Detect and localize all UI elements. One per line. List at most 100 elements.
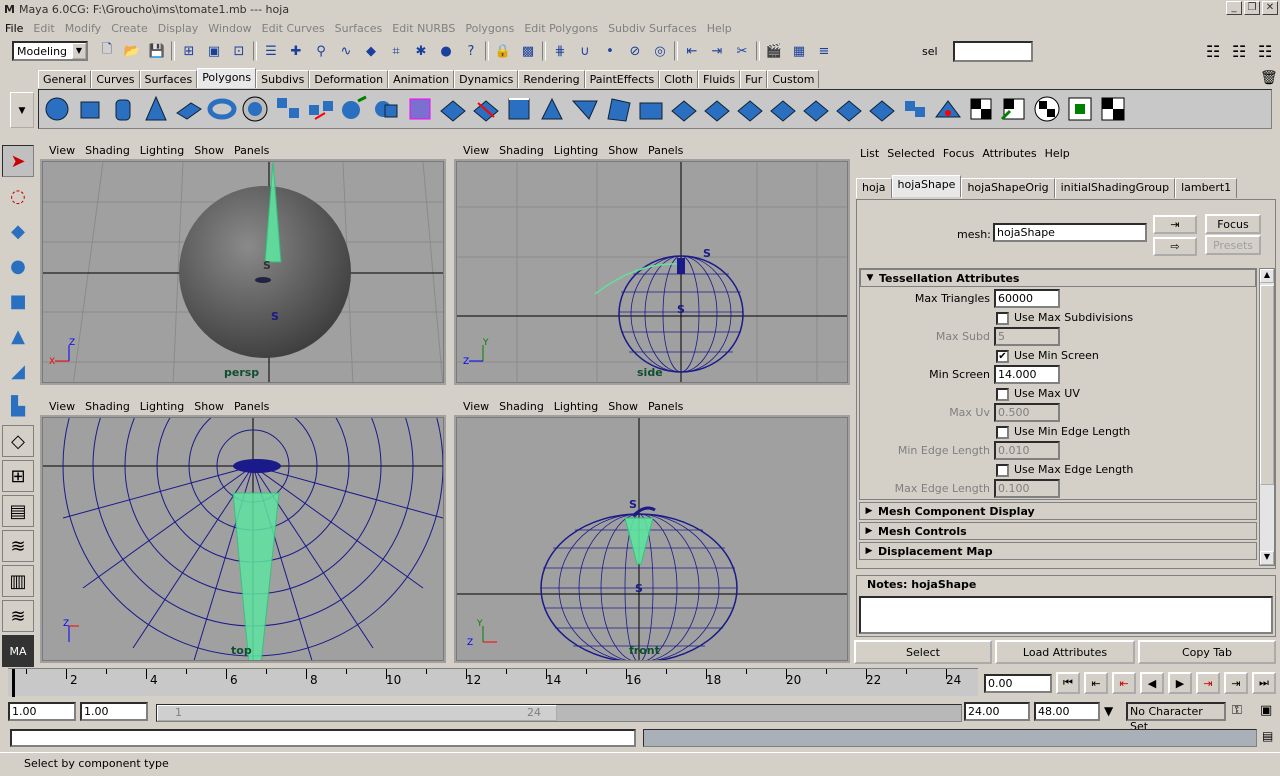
open-scene-icon[interactable]: 📂 xyxy=(121,40,143,62)
menu-surfaces[interactable]: Surfaces xyxy=(330,22,388,35)
end-time-field[interactable]: 48.00 xyxy=(1034,702,1100,721)
fill-hole-icon[interactable] xyxy=(734,93,766,125)
vp-menu-panels[interactable]: Panels xyxy=(643,400,688,413)
current-time-marker[interactable] xyxy=(12,669,15,697)
tessellation-header[interactable]: ▼ Tessellation Attributes xyxy=(860,269,1256,287)
menu-subdiv-surfaces[interactable]: Subdiv Surfaces xyxy=(603,22,702,35)
vp-menu-view[interactable]: View xyxy=(44,400,80,413)
anim-prefs-icon[interactable]: ▣ xyxy=(1260,703,1272,718)
mesh-name-field[interactable]: hojaShape xyxy=(993,223,1147,242)
show-manipulator-icon[interactable]: ▙ xyxy=(2,390,34,422)
new-scene-icon[interactable]: 🗋 xyxy=(96,40,118,62)
subdivide-icon[interactable] xyxy=(800,93,832,125)
highlight-icon[interactable]: ▩ xyxy=(517,40,539,62)
automatic-mapping-icon[interactable] xyxy=(1064,93,1096,125)
use-max-subdiv-checkbox[interactable] xyxy=(996,312,1009,325)
go-to-end-icon[interactable]: ⏭ xyxy=(1252,672,1276,694)
shelf-tab-painteffects[interactable]: PaintEffects xyxy=(584,70,660,88)
uv-texture-editor-icon[interactable] xyxy=(1097,93,1129,125)
scroll-thumb[interactable] xyxy=(1260,285,1274,485)
ae-menu-help[interactable]: Help xyxy=(1041,147,1074,165)
shelf-tab-animation[interactable]: Animation xyxy=(388,70,455,88)
lasso-tool-icon[interactable]: ◌ xyxy=(2,180,34,212)
expand-triangle-icon[interactable]: ▶ xyxy=(860,546,878,556)
rotate-tool-icon[interactable]: ● xyxy=(2,250,34,282)
duplicate-face-icon[interactable] xyxy=(635,93,667,125)
render-ipr-icon[interactable]: ▦ xyxy=(788,40,810,62)
save-scene-icon[interactable]: 💾 xyxy=(146,40,168,62)
ae-menu-list[interactable]: List xyxy=(856,147,883,165)
menu-polygons[interactable]: Polygons xyxy=(460,22,519,35)
select-tool-icon[interactable]: ➤ xyxy=(2,145,34,177)
maximize-button[interactable]: ❐ xyxy=(1244,1,1260,15)
vp-menu-shading[interactable]: Shading xyxy=(80,144,135,157)
expand-triangle-icon[interactable]: ▶ xyxy=(860,526,878,536)
menu-create[interactable]: Create xyxy=(106,22,153,35)
show-output-icon[interactable]: ⇨ xyxy=(1153,237,1197,256)
shelf-tab-general[interactable]: General xyxy=(38,70,92,88)
range-handle[interactable] xyxy=(157,705,557,721)
vp-menu-shading[interactable]: Shading xyxy=(80,400,135,413)
copy-tab-button[interactable]: Copy Tab xyxy=(1138,640,1276,664)
joints-icon[interactable]: ⚲ xyxy=(310,40,332,62)
shelf-tab-subdivs[interactable]: Subdivs xyxy=(256,70,310,88)
mode-selector[interactable]: Modeling ▼ xyxy=(12,41,88,61)
chevron-down-icon[interactable]: ▼ xyxy=(72,43,86,59)
handles-icon[interactable]: ✚ xyxy=(285,40,307,62)
ae-tab-hoja[interactable]: hoja xyxy=(856,178,892,198)
ae-tab-hojashape[interactable]: hojaShape xyxy=(891,175,962,197)
shelf-tab-surfaces[interactable]: Surfaces xyxy=(139,70,198,88)
extract-icon[interactable] xyxy=(338,93,370,125)
four-pane-layout-icon[interactable]: ⊞ xyxy=(2,460,34,492)
key-icon[interactable]: ⚿ xyxy=(1232,703,1242,718)
scroll-up-icon[interactable]: ▲ xyxy=(1260,269,1274,283)
ae-tab-initialshadinggroup[interactable]: initialShadingGroup xyxy=(1054,178,1176,198)
expand-triangle-icon[interactable]: ▶ xyxy=(860,506,878,516)
close-button[interactable]: ✕ xyxy=(1262,1,1278,15)
menu-help[interactable]: Help xyxy=(702,22,737,35)
poly-sphere-icon[interactable] xyxy=(41,93,73,125)
input-ops-icon[interactable]: ⇤ xyxy=(681,40,703,62)
menu-edit-polygons[interactable]: Edit Polygons xyxy=(519,22,603,35)
go-to-start-icon[interactable]: ⏮ xyxy=(1056,672,1080,694)
trash-icon[interactable]: 🗑 xyxy=(1260,70,1278,86)
chevron-down-icon[interactable]: ▼ xyxy=(1104,704,1113,718)
range-slider[interactable]: 1 24 xyxy=(156,704,962,722)
mesh-controls-header[interactable]: ▶ Mesh Controls xyxy=(859,522,1257,540)
poly-plane-icon[interactable] xyxy=(173,93,205,125)
min-edge-field[interactable]: 0.010 xyxy=(994,441,1060,460)
current-time-field[interactable]: 0.00 xyxy=(984,674,1052,693)
curves-icon[interactable]: ∿ xyxy=(335,40,357,62)
poly-pipe-icon[interactable] xyxy=(239,93,271,125)
render-view-icon[interactable]: 🎬 xyxy=(763,40,785,62)
shelf-tab-polygons[interactable]: Polygons xyxy=(197,68,257,88)
max-edge-field[interactable]: 0.100 xyxy=(994,479,1060,498)
snap-view-icon[interactable]: ⊘ xyxy=(624,40,646,62)
start-time-field[interactable]: 1.00 xyxy=(8,702,76,721)
manipulator-tool-icon[interactable]: ▲ xyxy=(2,320,34,352)
vp-menu-show[interactable]: Show xyxy=(189,144,229,157)
shelf-tab-fluids[interactable]: Fluids xyxy=(697,70,741,88)
vp-menu-show[interactable]: Show xyxy=(189,400,229,413)
shelf-tab-rendering[interactable]: Rendering xyxy=(518,70,585,88)
vp-menu-lighting[interactable]: Lighting xyxy=(549,144,603,157)
cylindrical-mapping-icon[interactable] xyxy=(998,93,1030,125)
select-hierarchy-icon[interactable]: ⊞ xyxy=(178,40,200,62)
ae-tab-lambert1[interactable]: lambert1 xyxy=(1175,178,1238,198)
use-min-edge-checkbox[interactable] xyxy=(996,426,1009,439)
select-object-icon[interactable]: ▣ xyxy=(203,40,225,62)
render-globals-icon[interactable]: ≡ xyxy=(813,40,835,62)
top-canvas[interactable]: Z top xyxy=(42,417,444,661)
deformations-icon[interactable]: ⌗ xyxy=(385,40,407,62)
lock-icon[interactable]: 🔒 xyxy=(492,40,514,62)
vp-menu-panels[interactable]: Panels xyxy=(643,144,688,157)
vp-menu-panels[interactable]: Panels xyxy=(229,400,274,413)
misc-icon[interactable]: ? xyxy=(460,40,482,62)
menu-window[interactable]: Window xyxy=(203,22,256,35)
max-triangles-field[interactable]: 60000 xyxy=(994,289,1060,308)
menu-edit-curves[interactable]: Edit Curves xyxy=(257,22,330,35)
step-back-frame-icon[interactable]: ⇤ xyxy=(1112,672,1136,694)
menu-display[interactable]: Display xyxy=(153,22,204,35)
presets-button[interactable]: Presets xyxy=(1205,235,1261,255)
notes-textarea[interactable] xyxy=(859,596,1273,634)
